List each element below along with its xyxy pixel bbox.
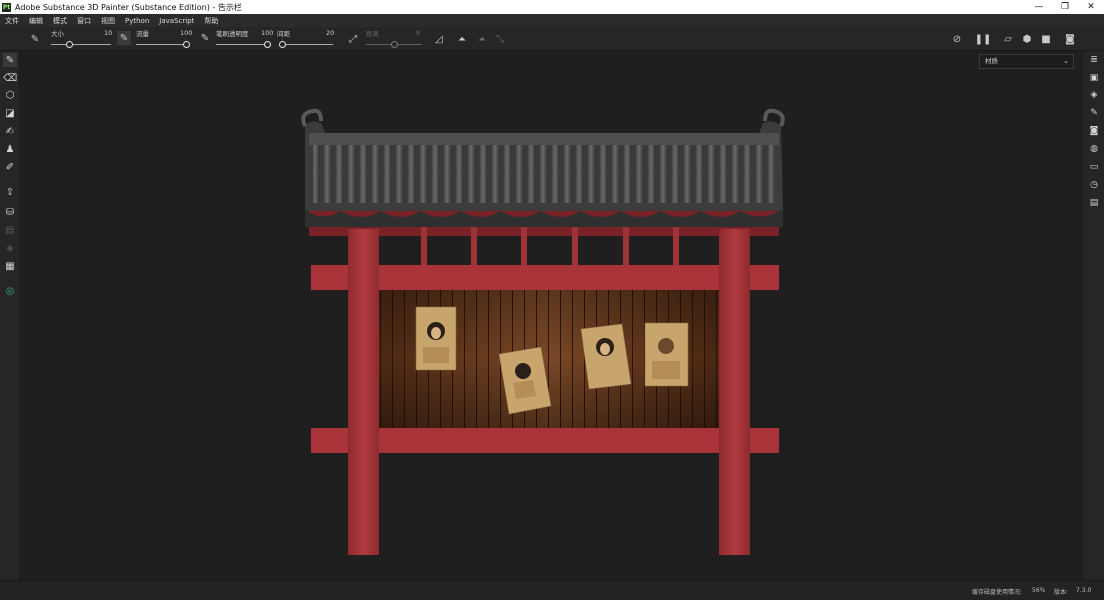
layers-icon[interactable]: ◈ (1087, 88, 1101, 102)
pause-icon[interactable]: ❚❚ (975, 32, 992, 46)
substance-painter-window: Pt Adobe Substance 3D Painter (Substance… (0, 0, 1104, 600)
lazy-mouse-icon[interactable]: ⤢ (346, 32, 360, 46)
color-picker-icon[interactable]: ✐ (3, 160, 17, 174)
spacing-label: 间距 (277, 30, 290, 38)
spacing-slider[interactable] (279, 39, 333, 49)
opacity-slider-knob[interactable] (264, 41, 271, 48)
visibility-toggle-icon[interactable]: ⊘ (950, 32, 964, 46)
chevron-down-icon: ⌄ (1063, 57, 1069, 65)
transform-disabled-icon: ⤡ (496, 33, 504, 45)
disk-usage-label: 缓存磁盘使用情况: (972, 589, 1023, 596)
document-icon[interactable]: ▦ (3, 259, 17, 273)
flow-slider[interactable] (136, 39, 190, 49)
version-value: 7.3.0 (1076, 587, 1092, 594)
upper-crossbeam[interactable] (311, 265, 779, 290)
title-bar: Pt Adobe Substance 3D Painter (Substance… (0, 0, 1104, 14)
symmetry-icon[interactable]: ◿ (432, 32, 446, 46)
layer-stack-icon[interactable]: ≣ (1087, 53, 1101, 67)
menu-bar: 文件 编辑 模式 窗口 视图 Python JavaScript 帮助 (0, 14, 1104, 27)
distance-slider (366, 39, 422, 49)
close-button[interactable]: ✕ (1078, 0, 1104, 14)
mirror-icon[interactable]: ⏶ (455, 32, 469, 46)
menu-mode[interactable]: 模式 (48, 16, 72, 26)
eraser-icon[interactable]: ⌫ (3, 71, 17, 85)
flow-label: 流量 (136, 30, 149, 38)
menu-help[interactable]: 帮助 (199, 16, 223, 26)
distance-label: 距离 (366, 30, 379, 38)
library-icon[interactable]: ▭ (1087, 160, 1101, 174)
flow-brush-icon[interactable]: ✎ (117, 31, 131, 45)
status-bar: 缓存磁盘使用情况: 56% 版本: 7.3.0 (0, 580, 1104, 600)
menu-python[interactable]: Python (120, 17, 154, 25)
view-2d-icon[interactable]: ▱ (1001, 32, 1015, 46)
size-slider-knob[interactable] (65, 41, 73, 48)
mirror-disabled-icon: ⏶ (478, 33, 486, 45)
opacity-label: 笔刷透明度 (216, 30, 249, 38)
opacity-brush-icon[interactable]: ✎ (198, 31, 212, 45)
left-post[interactable] (348, 229, 379, 555)
display-settings-icon[interactable]: ◙ (1087, 124, 1101, 138)
material-mode-select[interactable]: 材质 ⌄ (979, 54, 1074, 69)
distance-slider-knob (390, 41, 398, 48)
panel-sidebar: ≣ ▣ ◈ ✎ ◙ ◍ ▭ ◷ ▤ (1082, 51, 1104, 580)
window-title: Adobe Substance 3D Painter (Substance Ed… (15, 2, 242, 12)
properties-icon[interactable]: ✎ (1087, 106, 1101, 120)
history-icon[interactable]: ◷ (1087, 178, 1101, 192)
context-toolbar: ✎ 大小 10 ✎ 流量 100 ✎ 笔刷透明度 100 间距 20 ⤢ 距离 … (0, 27, 1104, 51)
menu-file[interactable]: 文件 (0, 16, 24, 26)
texture-set-icon[interactable]: ▣ (1087, 71, 1101, 85)
spacing-value[interactable]: 20 (326, 29, 334, 37)
spacing-slider-knob[interactable] (279, 41, 286, 48)
size-slider[interactable] (51, 39, 111, 49)
lower-crossbeam[interactable] (311, 428, 779, 453)
right-post[interactable] (719, 229, 750, 555)
menu-edit[interactable]: 编辑 (24, 16, 48, 26)
wanted-poster-1[interactable] (415, 306, 457, 371)
material-mode-value: 材质 (985, 57, 998, 65)
wanted-poster-3[interactable] (580, 323, 632, 390)
menu-javascript[interactable]: JavaScript (154, 17, 199, 25)
plugin-ring-icon[interactable]: ◎ (3, 284, 17, 298)
screenshot-icon[interactable]: ◙ (1063, 32, 1077, 46)
size-label: 大小 (51, 30, 64, 38)
opacity-slider[interactable] (216, 39, 271, 49)
brush-preset-icon[interactable]: ✎ (28, 32, 42, 46)
mask-icon: ▤ (5, 224, 15, 236)
flow-slider-knob[interactable] (183, 41, 190, 48)
maximize-button[interactable]: ❐ (1052, 0, 1078, 14)
wanted-poster-4[interactable] (644, 322, 689, 387)
menu-window[interactable]: 窗口 (72, 16, 96, 26)
notice-board-model[interactable] (21, 51, 1081, 580)
menu-view[interactable]: 视图 (96, 16, 120, 26)
render-icon: ◈ (6, 242, 14, 254)
polygon-fill-icon[interactable]: ◪ (3, 106, 17, 120)
app-logo-icon: Pt (2, 2, 11, 12)
3d-viewport[interactable]: Y X Z (21, 51, 1081, 600)
log-icon[interactable]: ▤ (1087, 196, 1101, 210)
opacity-value[interactable]: 100 (261, 29, 273, 37)
bake-icon[interactable]: ⛁ (3, 205, 17, 219)
version-label: 版本: (1054, 589, 1069, 596)
disk-usage-value: 56% (1032, 587, 1046, 594)
tool-sidebar: ✎ ⌫ ⬡ ◪ ✍ ♟ ✐ ⇪ ⛁ ▤ ◈ ▦ ◎ (0, 51, 20, 580)
view-3d-icon[interactable]: ⬢ (1020, 32, 1034, 46)
paint-brush-icon[interactable]: ✎ (3, 53, 17, 67)
export-icon[interactable]: ⇪ (3, 185, 17, 199)
tiled-roof[interactable] (301, 108, 785, 227)
camera-icon[interactable]: ■ (1039, 32, 1053, 46)
flow-value[interactable]: 100 (180, 29, 192, 37)
projection-icon[interactable]: ⬡ (3, 88, 17, 102)
distance-value: 8 (416, 29, 421, 37)
minimize-button[interactable]: — (1026, 0, 1052, 14)
shader-settings-icon[interactable]: ◍ (1087, 142, 1101, 156)
clone-stamp-icon[interactable]: ♟ (3, 142, 17, 156)
smudge-icon[interactable]: ✍ (3, 124, 17, 138)
size-value[interactable]: 10 (104, 29, 112, 37)
